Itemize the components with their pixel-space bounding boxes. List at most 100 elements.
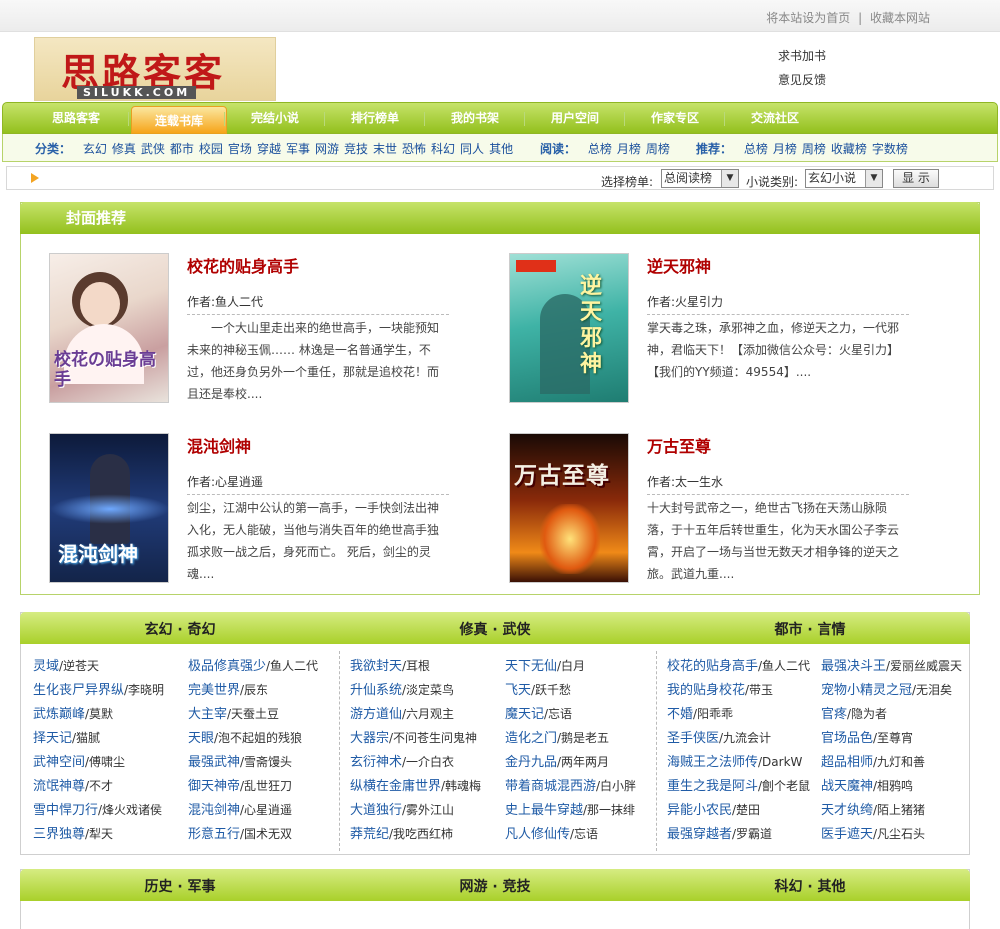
category-link[interactable]: 玄幻 bbox=[83, 142, 107, 156]
category-link[interactable]: 官场 bbox=[228, 142, 252, 156]
book-link[interactable]: 玄衍神术 bbox=[350, 755, 402, 770]
category-link[interactable]: 网游 bbox=[315, 142, 339, 156]
category-heading[interactable]: 修真 · 武侠 bbox=[395, 619, 595, 639]
book-link[interactable]: 宠物小精灵之冠 bbox=[821, 683, 912, 698]
read-rank-link[interactable]: 总榜 bbox=[588, 142, 612, 156]
book-link[interactable]: 形意五行 bbox=[188, 827, 240, 842]
recommend-rank-link[interactable]: 月榜 bbox=[773, 142, 797, 156]
book-link[interactable]: 飞天 bbox=[505, 683, 531, 698]
nav-item[interactable]: 连载书库 bbox=[131, 106, 227, 134]
show-button[interactable]: 显 示 bbox=[893, 169, 939, 188]
nav-item[interactable]: 思路客客 bbox=[28, 103, 124, 134]
book-link[interactable]: 最强决斗王 bbox=[821, 659, 886, 674]
category-heading[interactable]: 都市 · 言情 bbox=[710, 619, 910, 639]
request-book-link[interactable]: 求书加书 bbox=[778, 49, 826, 63]
category-heading[interactable]: 科幻 · 其他 bbox=[710, 876, 910, 896]
book-link[interactable]: 医手遮天 bbox=[821, 827, 873, 842]
book-title-link[interactable]: 混沌剑神 bbox=[187, 433, 251, 457]
rank-select[interactable]: 总阅读榜 ▼ bbox=[661, 169, 739, 188]
book-link[interactable]: 最强武神 bbox=[188, 755, 240, 770]
category-link[interactable]: 都市 bbox=[170, 142, 194, 156]
book-link[interactable]: 凡人修仙传 bbox=[505, 827, 570, 842]
site-logo[interactable]: 思路客客 SILUKK.COM bbox=[34, 37, 276, 101]
category-heading[interactable]: 网游 · 竞技 bbox=[395, 876, 595, 896]
read-rank-link[interactable]: 周榜 bbox=[646, 142, 670, 156]
book-cover-image[interactable]: 校花の贴身高手 bbox=[49, 253, 169, 403]
book-link[interactable]: 大主宰 bbox=[188, 707, 227, 722]
book-link[interactable]: 校花的贴身高手 bbox=[667, 659, 758, 674]
set-homepage-link[interactable]: 将本站设为首页 bbox=[766, 11, 850, 25]
book-link[interactable]: 御天神帝 bbox=[188, 779, 240, 794]
book-link[interactable]: 择天记 bbox=[33, 731, 72, 746]
nav-item[interactable]: 用户空间 bbox=[527, 103, 623, 134]
book-link[interactable]: 升仙系统 bbox=[350, 683, 402, 698]
category-link[interactable]: 穿越 bbox=[257, 142, 281, 156]
category-link[interactable]: 军事 bbox=[286, 142, 310, 156]
category-link[interactable]: 其他 bbox=[489, 142, 513, 156]
book-link[interactable]: 造化之门 bbox=[505, 731, 557, 746]
book-link[interactable]: 流氓神尊 bbox=[33, 779, 85, 794]
recommend-rank-link[interactable]: 收藏榜 bbox=[831, 142, 867, 156]
book-link[interactable]: 我欲封天 bbox=[350, 659, 402, 674]
nav-item[interactable]: 作家专区 bbox=[627, 103, 723, 134]
book-link[interactable]: 最强穿越者 bbox=[667, 827, 732, 842]
category-heading[interactable]: 历史 · 军事 bbox=[80, 876, 280, 896]
book-link[interactable]: 带着商城混西游 bbox=[505, 779, 596, 794]
nav-item[interactable]: 我的书架 bbox=[427, 103, 523, 134]
book-link[interactable]: 战天魔神 bbox=[821, 779, 873, 794]
book-title-link[interactable]: 万古至尊 bbox=[647, 433, 711, 457]
bookmark-site-link[interactable]: 收藏本网站 bbox=[870, 11, 930, 25]
book-link[interactable]: 魔天记 bbox=[505, 707, 544, 722]
book-link[interactable]: 天下无仙 bbox=[505, 659, 557, 674]
book-link[interactable]: 游方道仙 bbox=[350, 707, 402, 722]
book-link[interactable]: 天眼 bbox=[188, 731, 214, 746]
book-link[interactable]: 我的贴身校花 bbox=[667, 683, 745, 698]
category-link[interactable]: 末世 bbox=[373, 142, 397, 156]
book-link[interactable]: 混沌剑神 bbox=[188, 803, 240, 818]
book-cover-image[interactable]: 逆天邪神 bbox=[509, 253, 629, 403]
type-select[interactable]: 玄幻小说 ▼ bbox=[805, 169, 883, 188]
category-link[interactable]: 科幻 bbox=[431, 142, 455, 156]
category-link[interactable]: 武侠 bbox=[141, 142, 165, 156]
book-link[interactable]: 纵横在金庸世界 bbox=[350, 779, 441, 794]
book-link[interactable]: 极品修真强少 bbox=[188, 659, 266, 674]
category-link[interactable]: 修真 bbox=[112, 142, 136, 156]
book-link[interactable]: 三界独尊 bbox=[33, 827, 85, 842]
book-link[interactable]: 异能小农民 bbox=[667, 803, 732, 818]
book-link[interactable]: 武炼巅峰 bbox=[33, 707, 85, 722]
book-link[interactable]: 天才纨绔 bbox=[821, 803, 873, 818]
category-link[interactable]: 恐怖 bbox=[402, 142, 426, 156]
book-link[interactable]: 圣手侠医 bbox=[667, 731, 719, 746]
book-link[interactable]: 官场品色 bbox=[821, 731, 873, 746]
book-link[interactable]: 雪中悍刀行 bbox=[33, 803, 98, 818]
book-link[interactable]: 武神空间 bbox=[33, 755, 85, 770]
read-rank-link[interactable]: 月榜 bbox=[617, 142, 641, 156]
category-link[interactable]: 同人 bbox=[460, 142, 484, 156]
book-title-link[interactable]: 逆天邪神 bbox=[647, 253, 711, 277]
book-link[interactable]: 大道独行 bbox=[350, 803, 402, 818]
book-link[interactable]: 重生之我是阿斗 bbox=[667, 779, 758, 794]
book-cover-image[interactable]: 万古至尊 bbox=[509, 433, 629, 583]
nav-item[interactable]: 完结小说 bbox=[227, 103, 323, 134]
book-link[interactable]: 完美世界 bbox=[188, 683, 240, 698]
book-link[interactable]: 金丹九品 bbox=[505, 755, 557, 770]
book-link[interactable]: 官疼 bbox=[821, 707, 847, 722]
recommend-rank-link[interactable]: 周榜 bbox=[802, 142, 826, 156]
book-link[interactable]: 生化丧尸异界纵 bbox=[33, 683, 124, 698]
category-link[interactable]: 校园 bbox=[199, 142, 223, 156]
book-link[interactable]: 不婚 bbox=[667, 707, 693, 722]
recommend-rank-link[interactable]: 字数榜 bbox=[872, 142, 908, 156]
book-cover-image[interactable]: 混沌剑神 bbox=[49, 433, 169, 583]
nav-item[interactable]: 排行榜单 bbox=[327, 103, 423, 134]
book-link[interactable]: 超品相师 bbox=[821, 755, 873, 770]
category-heading[interactable]: 玄幻 · 奇幻 bbox=[80, 619, 280, 639]
book-link[interactable]: 大器宗 bbox=[350, 731, 389, 746]
book-title-link[interactable]: 校花的贴身高手 bbox=[187, 253, 299, 277]
category-link[interactable]: 竞技 bbox=[344, 142, 368, 156]
book-link[interactable]: 灵域 bbox=[33, 659, 59, 674]
book-link[interactable]: 史上最牛穿越 bbox=[505, 803, 583, 818]
nav-item[interactable]: 交流社区 bbox=[727, 103, 823, 134]
recommend-rank-link[interactable]: 总榜 bbox=[744, 142, 768, 156]
feedback-link[interactable]: 意见反馈 bbox=[778, 73, 826, 87]
book-link[interactable]: 海贼王之法师传 bbox=[667, 755, 758, 770]
